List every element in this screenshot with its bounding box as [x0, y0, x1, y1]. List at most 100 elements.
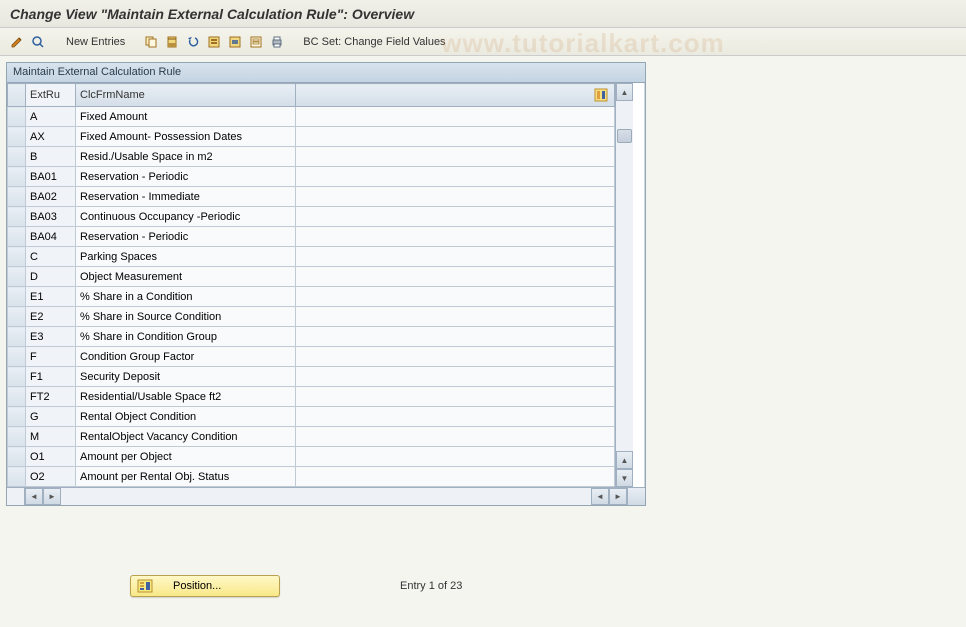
- row-selector[interactable]: [8, 347, 26, 367]
- toggle-display-change-icon[interactable]: [8, 33, 26, 51]
- scroll-right-button-1[interactable]: ►: [43, 488, 61, 505]
- cell-extru[interactable]: E3: [26, 327, 76, 347]
- cell-extru[interactable]: BA02: [26, 187, 76, 207]
- column-header-clcfrmname[interactable]: ClcFrmName: [76, 84, 296, 107]
- cell-clcfrmname[interactable]: Reservation - Periodic: [76, 227, 296, 247]
- cell-clcfrmname[interactable]: Object Measurement: [76, 267, 296, 287]
- table-row[interactable]: FCondition Group Factor: [8, 347, 615, 367]
- scroll-left-button[interactable]: ◄: [25, 488, 43, 505]
- table-row[interactable]: BA04Reservation - Periodic: [8, 227, 615, 247]
- scroll-down-button[interactable]: ▼: [616, 469, 633, 487]
- cell-clcfrmname[interactable]: Reservation - Periodic: [76, 167, 296, 187]
- table-row[interactable]: F1Security Deposit: [8, 367, 615, 387]
- cell-clcfrmname[interactable]: Fixed Amount: [76, 107, 296, 127]
- table-row[interactable]: BA03Continuous Occupancy -Periodic: [8, 207, 615, 227]
- table-row[interactable]: AFixed Amount: [8, 107, 615, 127]
- row-selector[interactable]: [8, 327, 26, 347]
- cell-clcfrmname[interactable]: % Share in Condition Group: [76, 327, 296, 347]
- cell-clcfrmname[interactable]: Condition Group Factor: [76, 347, 296, 367]
- row-selector[interactable]: [8, 407, 26, 427]
- delete-icon[interactable]: [163, 33, 181, 51]
- cell-extru[interactable]: D: [26, 267, 76, 287]
- table-row[interactable]: BA01Reservation - Periodic: [8, 167, 615, 187]
- select-all-icon[interactable]: [205, 33, 223, 51]
- cell-extru[interactable]: BA01: [26, 167, 76, 187]
- copy-as-icon[interactable]: [142, 33, 160, 51]
- new-entries-button[interactable]: New Entries: [59, 33, 132, 51]
- row-selector[interactable]: [8, 147, 26, 167]
- scroll-right-button-2[interactable]: ►: [609, 488, 627, 505]
- cell-extru[interactable]: M: [26, 427, 76, 447]
- table-row[interactable]: CParking Spaces: [8, 247, 615, 267]
- scroll-down-button-upper[interactable]: ▲: [616, 451, 633, 469]
- undo-change-icon[interactable]: [184, 33, 202, 51]
- cell-extru[interactable]: AX: [26, 127, 76, 147]
- row-selector[interactable]: [8, 447, 26, 467]
- table-row[interactable]: E3% Share in Condition Group: [8, 327, 615, 347]
- row-selector[interactable]: [8, 367, 26, 387]
- scroll-track[interactable]: [616, 101, 633, 451]
- bc-set-button[interactable]: BC Set: Change Field Values: [296, 33, 452, 51]
- table-row[interactable]: MRentalObject Vacancy Condition: [8, 427, 615, 447]
- cell-clcfrmname[interactable]: Rental Object Condition: [76, 407, 296, 427]
- table-row[interactable]: GRental Object Condition: [8, 407, 615, 427]
- cell-clcfrmname[interactable]: Reservation - Immediate: [76, 187, 296, 207]
- column-header-extru[interactable]: ExtRu: [26, 84, 76, 107]
- cell-clcfrmname[interactable]: Security Deposit: [76, 367, 296, 387]
- vertical-scrollbar[interactable]: ▲ ▲ ▼: [615, 83, 633, 487]
- row-selector[interactable]: [8, 187, 26, 207]
- table-settings-icon[interactable]: [592, 86, 610, 104]
- cell-clcfrmname[interactable]: Residential/Usable Space ft2: [76, 387, 296, 407]
- cell-extru[interactable]: E1: [26, 287, 76, 307]
- table-row[interactable]: O2Amount per Rental Obj. Status: [8, 467, 615, 487]
- position-button[interactable]: Position...: [130, 575, 280, 597]
- row-selector[interactable]: [8, 107, 26, 127]
- cell-extru[interactable]: BA03: [26, 207, 76, 227]
- hscroll-track-1[interactable]: [61, 488, 591, 505]
- cell-clcfrmname[interactable]: Resid./Usable Space in m2: [76, 147, 296, 167]
- row-selector[interactable]: [8, 307, 26, 327]
- select-block-icon[interactable]: [226, 33, 244, 51]
- cell-clcfrmname[interactable]: Amount per Rental Obj. Status: [76, 467, 296, 487]
- table-row[interactable]: BResid./Usable Space in m2: [8, 147, 615, 167]
- table-row[interactable]: BA02Reservation - Immediate: [8, 187, 615, 207]
- table-row[interactable]: AXFixed Amount- Possession Dates: [8, 127, 615, 147]
- cell-clcfrmname[interactable]: RentalObject Vacancy Condition: [76, 427, 296, 447]
- row-selector[interactable]: [8, 267, 26, 287]
- details-icon[interactable]: [29, 33, 47, 51]
- cell-extru[interactable]: BA04: [26, 227, 76, 247]
- cell-extru[interactable]: O1: [26, 447, 76, 467]
- table-row[interactable]: E1% Share in a Condition: [8, 287, 615, 307]
- row-selector[interactable]: [8, 207, 26, 227]
- cell-clcfrmname[interactable]: % Share in Source Condition: [76, 307, 296, 327]
- row-selector[interactable]: [8, 227, 26, 247]
- row-selector[interactable]: [8, 427, 26, 447]
- row-selector[interactable]: [8, 127, 26, 147]
- cell-extru[interactable]: F1: [26, 367, 76, 387]
- cell-extru[interactable]: A: [26, 107, 76, 127]
- horizontal-scrollbar[interactable]: ◄ ► ◄ ►: [7, 487, 645, 505]
- cell-extru[interactable]: FT2: [26, 387, 76, 407]
- row-selector[interactable]: [8, 287, 26, 307]
- row-selector[interactable]: [8, 247, 26, 267]
- cell-clcfrmname[interactable]: Parking Spaces: [76, 247, 296, 267]
- table-row[interactable]: FT2Residential/Usable Space ft2: [8, 387, 615, 407]
- cell-extru[interactable]: G: [26, 407, 76, 427]
- table-row[interactable]: O1Amount per Object: [8, 447, 615, 467]
- table-row[interactable]: E2% Share in Source Condition: [8, 307, 615, 327]
- table-row[interactable]: DObject Measurement: [8, 267, 615, 287]
- cell-extru[interactable]: E2: [26, 307, 76, 327]
- row-selector[interactable]: [8, 467, 26, 487]
- cell-clcfrmname[interactable]: Continuous Occupancy -Periodic: [76, 207, 296, 227]
- print-icon[interactable]: [268, 33, 286, 51]
- cell-extru[interactable]: B: [26, 147, 76, 167]
- cell-clcfrmname[interactable]: % Share in a Condition: [76, 287, 296, 307]
- cell-clcfrmname[interactable]: Fixed Amount- Possession Dates: [76, 127, 296, 147]
- scroll-thumb[interactable]: [617, 129, 632, 143]
- cell-clcfrmname[interactable]: Amount per Object: [76, 447, 296, 467]
- scroll-left-button-2[interactable]: ◄: [591, 488, 609, 505]
- row-selector[interactable]: [8, 387, 26, 407]
- cell-extru[interactable]: C: [26, 247, 76, 267]
- scroll-up-button[interactable]: ▲: [616, 83, 633, 101]
- deselect-all-icon[interactable]: [247, 33, 265, 51]
